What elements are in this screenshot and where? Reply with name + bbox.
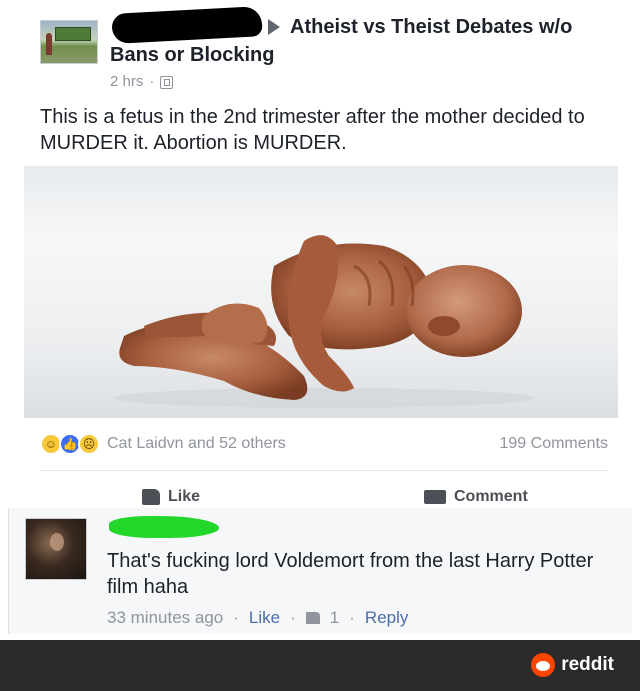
reaction-names[interactable]: Cat Laidvn and 52 others — [107, 435, 286, 453]
divider — [40, 470, 608, 471]
comment-separator: · — [233, 608, 239, 627]
post-photo[interactable] — [24, 166, 618, 418]
like-button[interactable]: Like — [142, 488, 200, 506]
group-avatar[interactable] — [40, 20, 98, 64]
reddit-wordmark: reddit — [561, 654, 614, 675]
reddit-logo-icon — [531, 653, 556, 677]
fetus-figure-illustration — [114, 235, 534, 408]
like-label: Like — [168, 488, 201, 505]
facebook-post: Atheist vs Theist Debates w/o Bans or Bl… — [0, 0, 640, 640]
footer-bar: reddit — [0, 640, 640, 691]
comment-like-link[interactable]: Like — [249, 608, 280, 628]
post-meta: 2 hrs · — [110, 72, 174, 92]
sad-icon[interactable]: ☹ — [78, 433, 100, 455]
small-thumbs-up-icon — [305, 612, 320, 624]
reddit-watermark: reddit — [531, 653, 614, 677]
comment-separator-2: · — [290, 608, 296, 627]
comment-text: That's fucking lord Voldemort from the l… — [107, 550, 594, 598]
comments-count[interactable]: 199 Comments — [500, 435, 609, 453]
comment-separator-3: · — [349, 608, 355, 627]
thumbs-up-icon — [142, 489, 160, 505]
comment-like-count: 1 — [329, 608, 340, 627]
group-name-line2[interactable]: Bans or Blocking — [110, 42, 274, 68]
comment: That's fucking lord Voldemort from the l… — [8, 508, 632, 634]
redacted-commenter-name — [109, 516, 219, 538]
comment-label: Comment — [454, 488, 528, 505]
avatar-figure — [46, 33, 52, 55]
avatar-sign — [55, 27, 91, 41]
comment-reply-link[interactable]: Reply — [365, 608, 408, 628]
post-text: This is a fetus in the 2nd trimester aft… — [40, 106, 585, 154]
globe-icon — [160, 75, 174, 89]
reactions-bar: ☺ 👍 ☹ Cat Laidvn and 52 others 199 Comme… — [40, 432, 608, 456]
comment-button[interactable]: Comment — [424, 488, 528, 506]
comment-meta: 33 minutes ago · Like · 1 · Reply — [107, 608, 408, 628]
redacted-poster-name — [111, 6, 263, 44]
group-name-line1[interactable]: Atheist vs Theist Debates w/o — [290, 14, 572, 40]
commenter-avatar[interactable] — [25, 518, 87, 580]
comment-time[interactable]: 33 minutes ago — [107, 608, 223, 628]
post-time[interactable]: 2 hrs — [110, 72, 143, 92]
meta-separator: · — [149, 73, 155, 90]
comment-icon — [424, 490, 446, 504]
post-actions: Like Comment — [24, 484, 618, 506]
share-arrow-icon — [268, 19, 280, 35]
